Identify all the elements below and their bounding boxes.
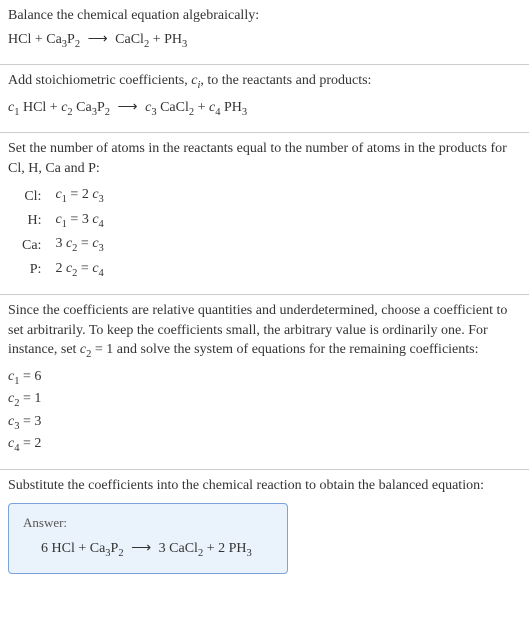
section-relative: Since the coefficients are relative quan…	[0, 295, 529, 469]
relative-intro-post: and solve the system of equations for th…	[113, 342, 478, 357]
atoms-intro: Set the number of atoms in the reactants…	[8, 139, 521, 178]
arrow-icon: ⟶	[118, 98, 138, 118]
table-row: P: 2 c2 = c4	[16, 258, 110, 282]
atom-label: P:	[16, 258, 49, 282]
coef-line: c2 = 1	[8, 389, 521, 411]
atom-equation: c1 = 2 c3	[49, 184, 109, 208]
section-addcoef: Add stoichiometric coefficients, ci, to …	[0, 65, 529, 132]
answer-box: Answer: 6 HCl + Ca3P2 ⟶ 3 CaCl2 + 2 PH3	[8, 503, 288, 574]
addcoef-equation: c1 HCl + c2 Ca3P2 ⟶ c3 CaCl2 + c4 PH3	[8, 98, 521, 120]
atom-equation: 2 c2 = c4	[49, 258, 109, 282]
section-substitute: Substitute the coefficients into the che…	[0, 470, 529, 586]
atom-equation: 3 c2 = c3	[49, 233, 109, 257]
table-row: Cl: c1 = 2 c3	[16, 184, 110, 208]
relative-intro: Since the coefficients are relative quan…	[8, 301, 521, 363]
table-row: H: c1 = 3 c4	[16, 209, 110, 233]
section-balance: Balance the chemical equation algebraica…	[0, 0, 529, 64]
substitute-intro: Substitute the coefficients into the che…	[8, 476, 521, 496]
relative-intro-var: c2 = 1	[80, 342, 113, 357]
answer-label: Answer:	[23, 514, 273, 532]
addcoef-intro-pre: Add stoichiometric coefficients,	[8, 73, 191, 88]
atom-label: Cl:	[16, 184, 49, 208]
atom-balance-table: Cl: c1 = 2 c3 H: c1 = 3 c4 Ca: 3 c2 = c3…	[16, 184, 110, 282]
atom-label: H:	[16, 209, 49, 233]
answer-equation: 6 HCl + Ca3P2 ⟶ 3 CaCl2 + 2 PH3	[23, 539, 273, 561]
atom-equation: c1 = 3 c4	[49, 209, 109, 233]
coef-line: c4 = 2	[8, 434, 521, 456]
coef-line: c1 = 6	[8, 367, 521, 389]
addcoef-intro-post: , to the reactants and products:	[200, 73, 371, 88]
balance-intro: Balance the chemical equation algebraica…	[8, 6, 521, 26]
section-atoms: Set the number of atoms in the reactants…	[0, 133, 529, 294]
solved-coefficients: c1 = 6 c2 = 1 c3 = 3 c4 = 2	[8, 367, 521, 457]
balance-equation: HCl + Ca3P2 ⟶ CaCl2 + PH3	[8, 30, 521, 52]
coef-line: c3 = 3	[8, 412, 521, 434]
addcoef-intro: Add stoichiometric coefficients, ci, to …	[8, 71, 521, 93]
table-row: Ca: 3 c2 = c3	[16, 233, 110, 257]
arrow-icon: ⟶	[131, 539, 151, 559]
arrow-icon: ⟶	[88, 30, 108, 50]
atom-label: Ca:	[16, 233, 49, 257]
